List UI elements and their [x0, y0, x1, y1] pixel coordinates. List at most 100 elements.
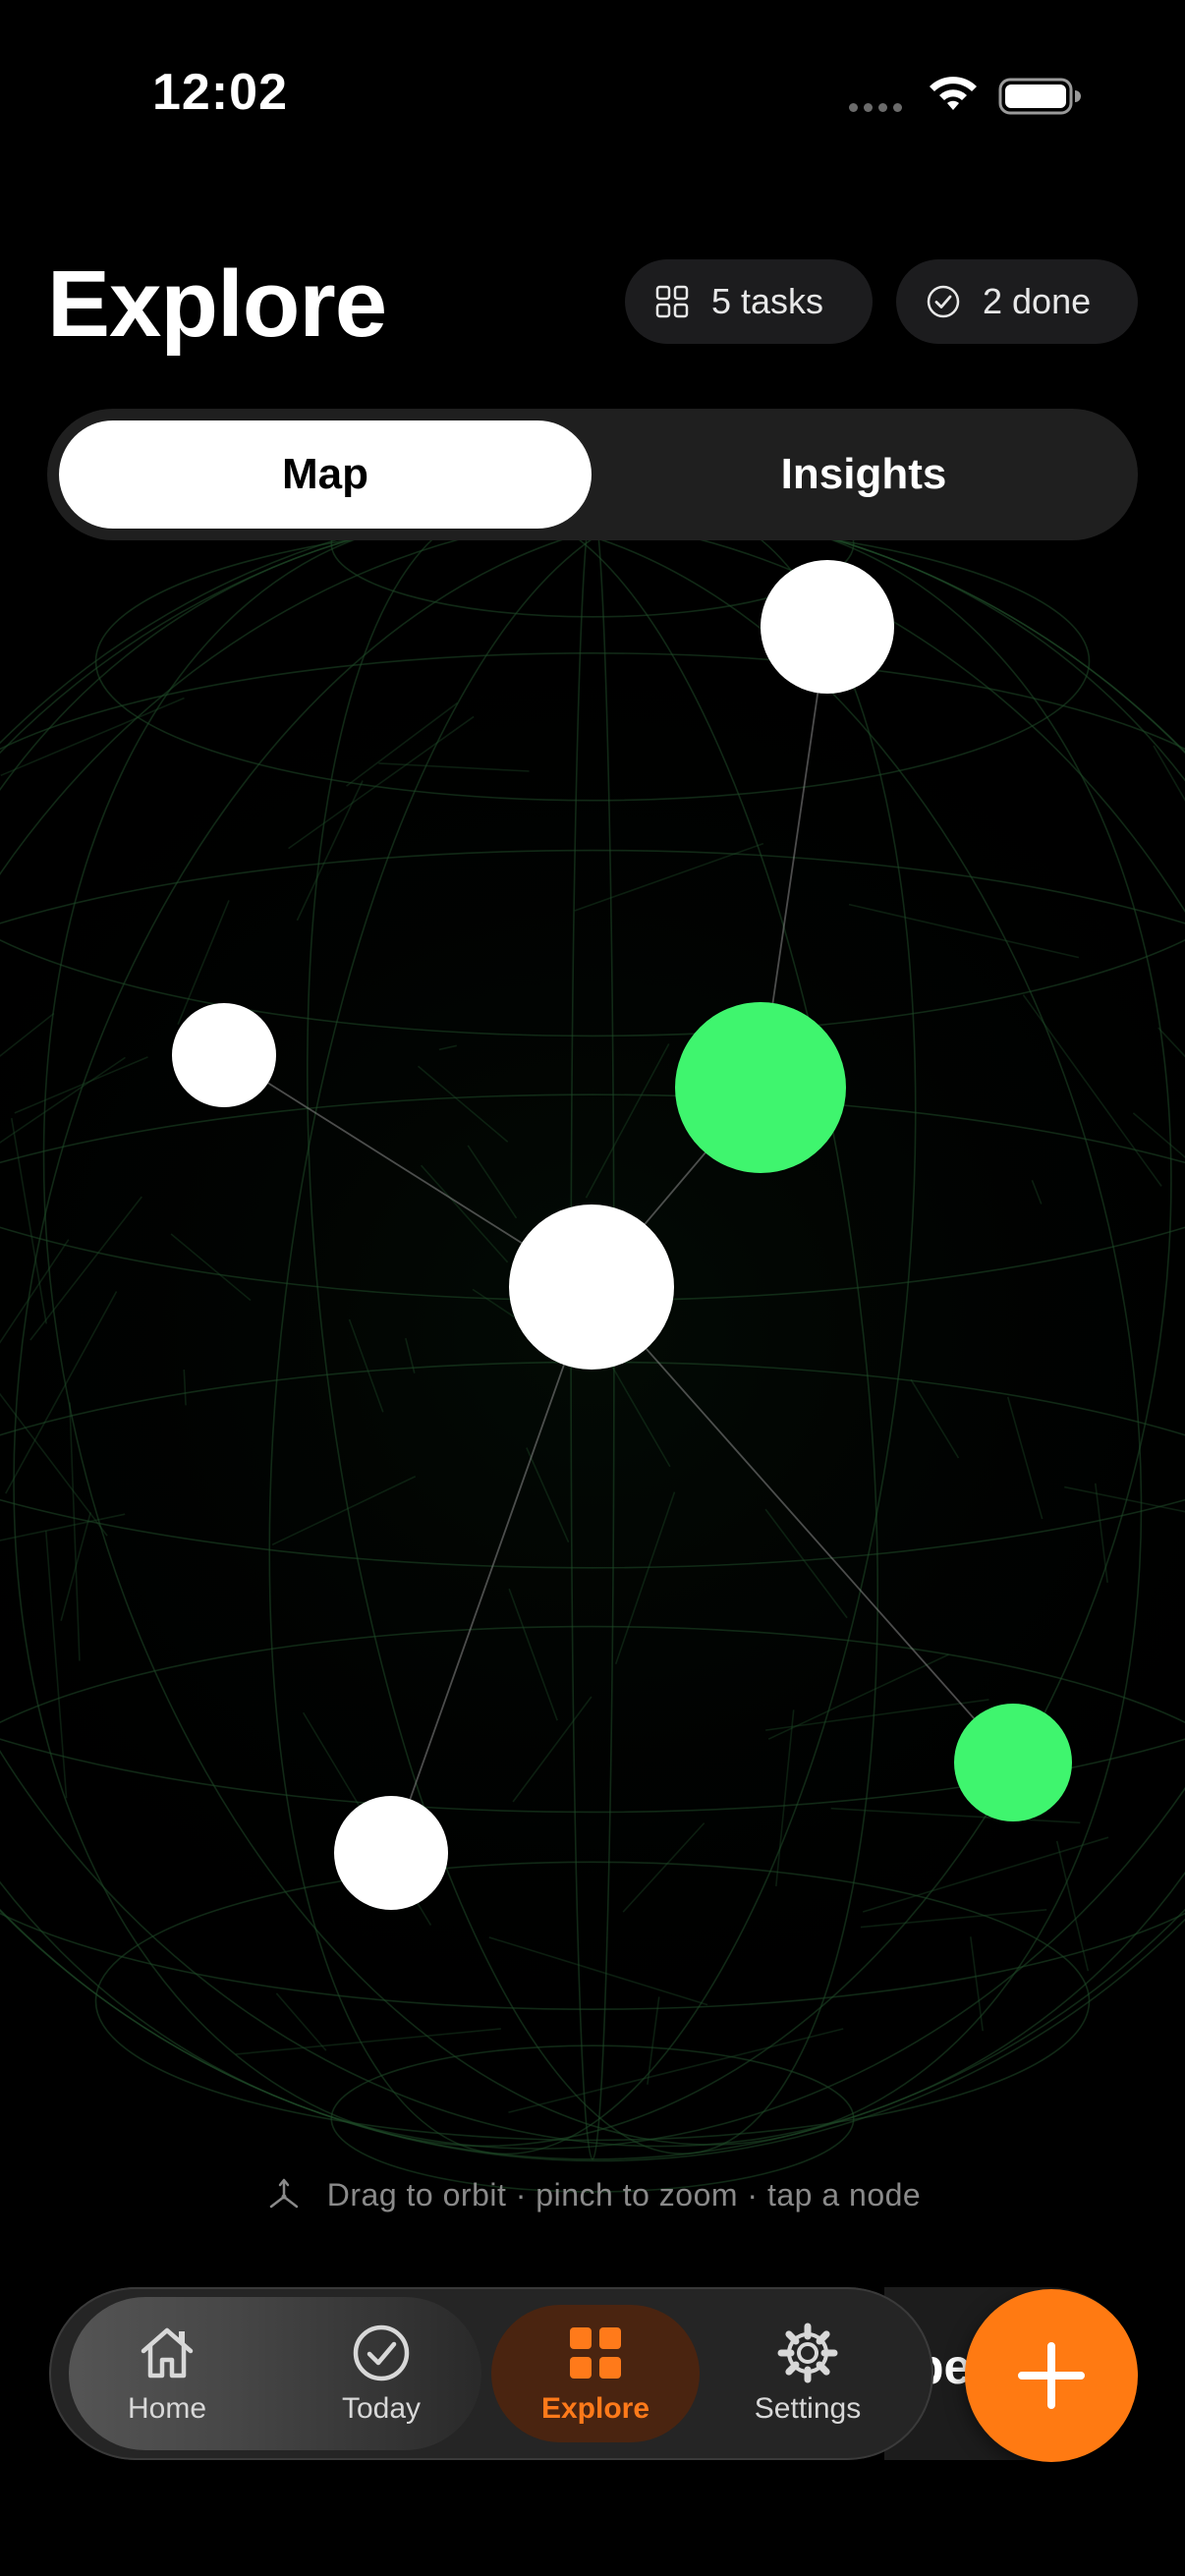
- wireframe-mesh-line: [765, 1699, 989, 1731]
- wireframe-mesh-line: [512, 1696, 592, 1803]
- gesture-hint: Drag to orbit · pinch to zoom · tap a no…: [0, 2175, 1185, 2214]
- wireframe-mesh-line: [1157, 1027, 1185, 1058]
- wireframe-mesh-line: [775, 1709, 795, 1887]
- tab-settings-label: Settings: [754, 2392, 862, 2425]
- wireframe-latitude: [330, 2044, 855, 2193]
- wireframe-mesh-line: [1006, 1396, 1044, 1520]
- wireframe-latitude: [94, 1861, 1091, 2142]
- wireframe-mesh-line: [862, 1836, 1109, 1913]
- wireframe-mesh-line: [235, 2028, 501, 2055]
- cellular-dots-icon: [849, 103, 902, 112]
- tab-home-label: Home: [127, 2392, 207, 2425]
- add-task-button[interactable]: [965, 2289, 1138, 2462]
- wireframe-mesh-line: [44, 1531, 68, 1799]
- wireframe-mesh-line: [614, 1491, 676, 1664]
- wireframe-mesh-line: [0, 1513, 126, 1541]
- tasks-count-label: 5 tasks: [711, 281, 824, 321]
- graph-nodes: [172, 560, 1072, 1910]
- wireframe-mesh-line: [508, 2028, 844, 2113]
- graph-edge: [591, 1286, 1014, 1764]
- wireframe-mesh-line: [348, 1318, 384, 1413]
- wireframe-mesh-line: [767, 1653, 949, 1740]
- gear-ring: [787, 2332, 828, 2374]
- wireframe-mesh-line: [647, 1996, 660, 2085]
- plus-icon: [1018, 2342, 1085, 2409]
- graph-node[interactable]: [761, 560, 894, 694]
- wireframe-mesh-line: [1031, 1180, 1043, 1204]
- wireframe-mesh-line: [1022, 994, 1162, 1187]
- graph-node[interactable]: [675, 1002, 846, 1173]
- wireframe-mesh-line: [472, 1288, 515, 1318]
- wifi-icon: [930, 77, 977, 110]
- wireframe-mesh-line: [418, 1065, 509, 1143]
- wireframe-mesh-line: [970, 1936, 985, 2032]
- wireframe-mesh-line: [438, 1044, 457, 1051]
- wireframe-mesh-line: [467, 1145, 518, 1219]
- tab-today-label: Today: [341, 2392, 422, 2425]
- gesture-hint-text: Drag to orbit · pinch to zoom · tap a no…: [326, 2176, 922, 2212]
- wireframe-mesh-line: [405, 1337, 416, 1373]
- wireframe-mesh-line: [526, 1447, 570, 1543]
- grid-icon: [655, 285, 689, 318]
- gear-icon: [777, 2323, 838, 2383]
- done-count-badge[interactable]: 2 done: [896, 259, 1138, 344]
- wireframe-mesh-line: [14, 1056, 148, 1114]
- segment-map[interactable]: Map: [59, 420, 592, 529]
- wireframe-mesh-line: [860, 1908, 1047, 1929]
- wireframe-mesh-line: [420, 1164, 509, 1263]
- wireframe-mesh-line: [10, 1117, 47, 1324]
- wireframe-mesh-line: [288, 715, 475, 850]
- tab-home[interactable]: Home: [69, 2287, 265, 2460]
- wireframe-mesh-line: [764, 1508, 848, 1619]
- wireframe-mesh-line: [0, 1056, 126, 1144]
- wireframe-mesh-line: [378, 762, 530, 772]
- wireframe-mesh-line: [69, 1402, 81, 1661]
- graph-node[interactable]: [172, 1003, 276, 1107]
- view-segmented-control: Map Insights: [47, 409, 1138, 540]
- wireframe-mesh-line: [296, 780, 364, 922]
- wireframe-mesh-line: [275, 1992, 327, 2051]
- tab-bar: Home Today Explore Settings: [49, 2287, 933, 2460]
- wireframe-mesh-line: [271, 1476, 417, 1546]
- tab-explore[interactable]: Explore: [491, 2305, 700, 2442]
- wireframe-mesh-line: [622, 1822, 705, 1913]
- page-title: Explore: [47, 252, 387, 357]
- tab-settings[interactable]: Settings: [709, 2287, 906, 2460]
- wireframe-mesh-line: [0, 1239, 70, 1344]
- battery-icon: [998, 78, 1081, 115]
- house-icon: [141, 2327, 194, 2379]
- tab-today[interactable]: Today: [283, 2287, 480, 2460]
- grid-icon: [570, 2327, 621, 2379]
- wireframe-mesh-line: [5, 1291, 118, 1494]
- tasks-count-badge[interactable]: 5 tasks: [625, 259, 873, 344]
- wireframe-mesh-line: [585, 1043, 670, 1199]
- graph-node[interactable]: [334, 1796, 448, 1910]
- wireframe-mesh-line: [574, 842, 764, 912]
- wireframe-mesh-line: [0, 1012, 55, 1057]
- wireframe-mesh-line: [29, 1196, 142, 1341]
- wireframe-mesh-line: [1064, 1485, 1185, 1513]
- tab-explore-label: Explore: [540, 2392, 650, 2425]
- wireframe-mesh-line: [848, 903, 1080, 959]
- wireframe-mesh-line: [1055, 1840, 1090, 1972]
- segment-insights[interactable]: Insights: [601, 420, 1126, 529]
- wireframe-mesh-line: [0, 1392, 108, 1537]
- wireframe-mesh-line: [910, 1378, 960, 1459]
- wireframe-mesh-line: [60, 1512, 91, 1621]
- wireframe-mesh-line: [170, 1233, 252, 1302]
- status-bar: 12:02: [0, 0, 1185, 187]
- wireframe-mesh-line: [346, 701, 459, 787]
- orbit-axes-icon: [269, 2178, 299, 2209]
- wireframe-latitude: [0, 652, 1185, 1037]
- done-count-label: 2 done: [983, 281, 1092, 321]
- wireframe-mesh-line: [488, 1936, 708, 2006]
- wireframe-mesh-line: [508, 1588, 558, 1721]
- wireframe-mesh-line: [0, 697, 185, 777]
- graph-edge: [390, 1286, 592, 1854]
- checkmark-circle-icon: [353, 2324, 410, 2381]
- wireframe-mesh-line: [1132, 1112, 1185, 1158]
- wireframe-mesh-line: [183, 1370, 187, 1406]
- wireframe-latitude: [94, 521, 1091, 802]
- graph-node[interactable]: [954, 1704, 1072, 1821]
- graph-node[interactable]: [509, 1204, 674, 1370]
